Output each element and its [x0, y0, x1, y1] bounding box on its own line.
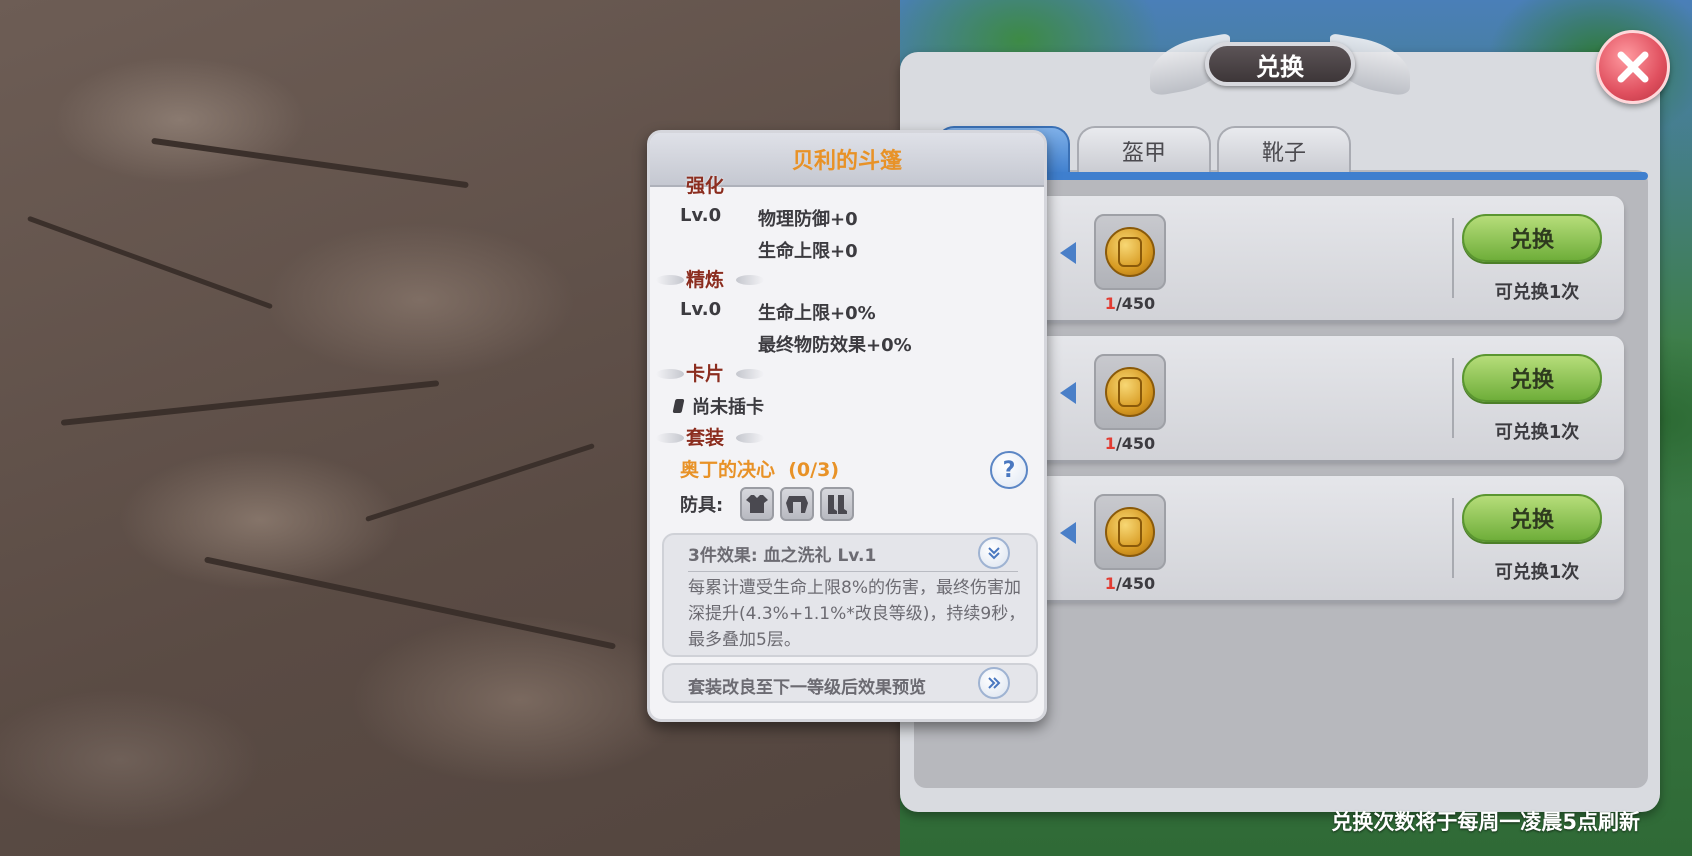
- coin-icon: [1105, 507, 1155, 557]
- coin-slot[interactable]: [1094, 354, 1166, 430]
- refine-stat: 生命上限+0%: [758, 303, 876, 324]
- boots-icon: [828, 495, 847, 514]
- section-label-card: 卡片: [686, 363, 725, 385]
- armor-label: 防具:: [680, 495, 724, 516]
- exchange-button[interactable]: 兑换: [1462, 494, 1602, 542]
- tab-armor[interactable]: 盔甲: [1077, 126, 1211, 174]
- coin-have: 1: [1104, 434, 1116, 453]
- shirt-icon: [746, 495, 768, 513]
- rock-crack: [151, 137, 469, 189]
- set-piece-shirt[interactable]: [740, 487, 774, 521]
- coin-count: 1/450: [1094, 434, 1166, 453]
- coin-need: /450: [1115, 574, 1156, 593]
- item-tooltip: 贝利的斗篷 强化 Lv.0 物理防御+0 生命上限+0 精炼 Lv.0 生命上限…: [647, 130, 1047, 722]
- set-piece-boots[interactable]: [820, 487, 854, 521]
- arrow-left-icon[interactable]: [1060, 242, 1076, 264]
- section-wing-icon: [656, 433, 684, 443]
- refine-level: Lv.0: [680, 299, 722, 320]
- window-title: 兑换: [1205, 42, 1355, 86]
- set-piece-armor[interactable]: [780, 487, 814, 521]
- coin-slot[interactable]: [1094, 494, 1166, 570]
- help-icon[interactable]: ?: [990, 451, 1028, 489]
- arrow-left-icon[interactable]: [1060, 522, 1076, 544]
- exchange-limit: 可兑换1次: [1494, 282, 1580, 303]
- refresh-note: 兑换次数将于每周一凌晨5点刷新: [1331, 810, 1640, 834]
- tab-boots[interactable]: 靴子: [1217, 126, 1351, 174]
- strengthen-stat: 物理防御+0: [758, 209, 858, 230]
- coin-icon: [1105, 227, 1155, 277]
- set-effect-box: 3件效果: 血之洗礼 Lv.1 每累计遭受生命上限8%的伤害，最终伤害加深提升(…: [662, 533, 1038, 657]
- coin-slot[interactable]: [1094, 214, 1166, 290]
- close-icon: [1617, 51, 1649, 83]
- section-label-set: 套装: [686, 427, 725, 449]
- section-wing-icon: [736, 369, 764, 379]
- chevron-down-icon: [988, 547, 1000, 560]
- section-wing-icon: [656, 369, 684, 379]
- exchange-limit: 可兑换1次: [1494, 422, 1580, 443]
- set-effect-title: 3件效果: 血之洗礼 Lv.1: [688, 546, 877, 566]
- refine-stat: 最终物防效果+0%: [758, 335, 912, 356]
- strengthen-level: Lv.0: [680, 205, 722, 226]
- coin-have: 1: [1104, 574, 1116, 593]
- section-label-strengthen: 强化: [686, 175, 725, 197]
- card-slot-icon: [672, 399, 685, 413]
- set-effect-description: 每累计遭受生命上限8%的伤害，最终伤害加深提升(4.3%+1.1%*改良等级)，…: [688, 578, 1026, 650]
- close-button[interactable]: [1596, 30, 1670, 104]
- rock-crack: [203, 556, 617, 650]
- rock-crack: [26, 215, 274, 310]
- armor-icon: [786, 496, 808, 513]
- section-wing-icon: [736, 433, 764, 443]
- strengthen-stat: 生命上限+0: [758, 241, 858, 262]
- rock-crack: [365, 443, 595, 522]
- set-upgrade-preview-button[interactable]: 套装改良至下一等级后效果预览: [662, 663, 1038, 703]
- arrow-left-icon[interactable]: [1060, 382, 1076, 404]
- coin-need: /450: [1115, 434, 1156, 453]
- exchange-button[interactable]: 兑换: [1462, 354, 1602, 402]
- card-status: 尚未插卡: [692, 397, 764, 418]
- section-label-refine: 精炼: [686, 269, 725, 291]
- preview-button[interactable]: [978, 667, 1010, 699]
- coin-icon: [1105, 367, 1155, 417]
- set-upgrade-preview-label: 套装改良至下一等级后效果预览: [688, 678, 926, 698]
- rock-crack: [60, 380, 440, 426]
- set-name-text: 奥丁的决心: [680, 459, 776, 481]
- section-wing-icon: [736, 275, 764, 285]
- expand-button[interactable]: [978, 537, 1010, 569]
- double-arrow-right-icon: [988, 677, 1001, 689]
- exchange-limit: 可兑换1次: [1494, 562, 1580, 583]
- set-count: (0/3): [788, 459, 839, 481]
- coin-need: /450: [1115, 294, 1156, 313]
- window-title-banner: 兑换: [1150, 30, 1410, 100]
- coin-count: 1/450: [1094, 574, 1166, 593]
- exchange-button[interactable]: 兑换: [1462, 214, 1602, 262]
- section-wing-icon: [656, 275, 684, 285]
- coin-count: 1/450: [1094, 294, 1166, 313]
- coin-have: 1: [1104, 294, 1116, 313]
- set-name: 奥丁的决心 (0/3): [680, 455, 839, 482]
